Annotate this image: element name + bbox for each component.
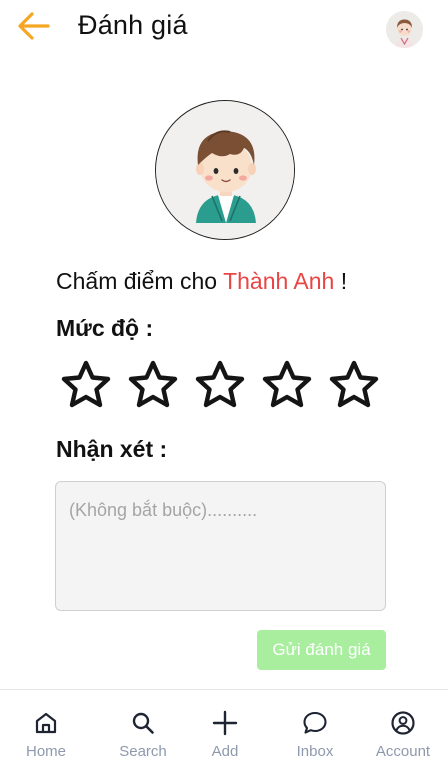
rating-screen: Đánh giá Chấm điểm cho Thành Anh ! Mức đ…: [0, 0, 448, 773]
star-4-button[interactable]: [259, 358, 315, 414]
page-title: Đánh giá: [78, 10, 188, 40]
star-5-button[interactable]: [326, 358, 382, 414]
level-label: Mức độ :: [56, 315, 154, 341]
star-2-button[interactable]: [125, 358, 181, 414]
nav-item-account[interactable]: Account: [363, 690, 443, 773]
star-1-button[interactable]: [58, 358, 114, 414]
prompt-prefix: Chấm điểm cho: [56, 268, 218, 294]
star-outline-icon: [61, 360, 111, 408]
star-3-button[interactable]: [192, 358, 248, 414]
nav-label: Search: [119, 743, 167, 760]
rating-prompt: Chấm điểm cho Thành Anh !: [56, 268, 347, 295]
star-rating: [58, 358, 388, 414]
nav-label: Account: [375, 743, 431, 760]
nav-label: Add: [211, 743, 239, 760]
comment-input[interactable]: [55, 481, 386, 611]
nav-label: Inbox: [296, 743, 334, 760]
arrow-left-icon: [18, 12, 50, 40]
user-avatar[interactable]: [386, 11, 423, 48]
nav-label: Home: [25, 743, 66, 760]
bottom-nav: Home Search Add Inbox Account: [0, 689, 448, 773]
star-outline-icon: [195, 360, 245, 408]
star-outline-icon: [128, 360, 178, 408]
nav-item-search[interactable]: Search: [103, 690, 183, 773]
star-outline-icon: [329, 360, 379, 408]
home-icon: [35, 712, 57, 734]
nav-item-add[interactable]: Add: [185, 690, 265, 773]
search-icon: [132, 712, 154, 734]
submit-rating-button[interactable]: Gửi đánh giá: [257, 630, 386, 670]
star-outline-icon: [262, 360, 312, 408]
target-name: Thành Anh: [223, 268, 335, 294]
account-icon: [391, 711, 415, 735]
chat-bubble-icon: [303, 711, 327, 734]
target-avatar: [155, 100, 295, 240]
prompt-suffix: !: [340, 268, 348, 294]
app-header: Đánh giá: [0, 0, 448, 56]
comment-label: Nhận xét :: [56, 436, 168, 462]
plus-icon: [212, 710, 238, 736]
nav-item-home[interactable]: Home: [6, 690, 86, 773]
nav-item-inbox[interactable]: Inbox: [275, 690, 355, 773]
back-button[interactable]: [14, 8, 54, 44]
